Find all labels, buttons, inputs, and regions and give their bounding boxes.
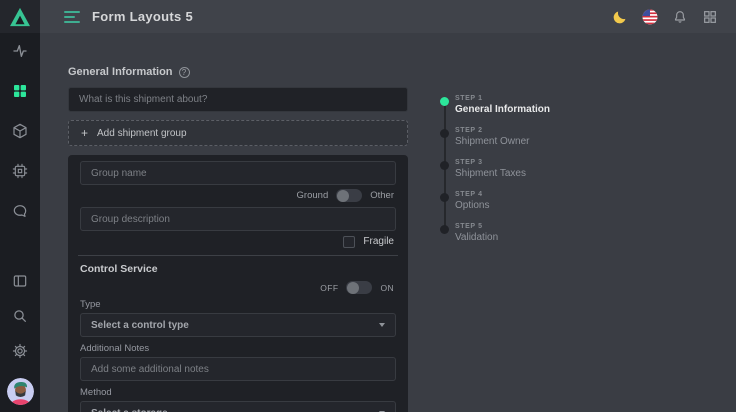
storage-method-value: Select a storage xyxy=(91,408,379,412)
add-shipment-group-label: Add shipment group xyxy=(97,128,187,139)
section-header: General Information ? xyxy=(68,66,408,78)
off-label: OFF xyxy=(320,283,338,293)
step-number: STEP 5 xyxy=(455,223,550,230)
step-label: Shipment Taxes xyxy=(455,168,550,179)
add-shipment-group-button[interactable]: + Add shipment group xyxy=(68,120,408,146)
step-item-5[interactable]: STEP 5 Validation xyxy=(455,223,550,245)
card-divider xyxy=(78,255,398,256)
group-description-input[interactable] xyxy=(80,207,396,231)
step-number: STEP 1 xyxy=(455,95,550,102)
storage-method-select[interactable]: Select a storage xyxy=(80,401,396,412)
step-label: Options xyxy=(455,200,550,211)
search-icon[interactable] xyxy=(12,308,28,324)
fragile-row: Fragile xyxy=(80,235,394,248)
control-type-value: Select a control type xyxy=(91,320,379,331)
fragile-label: Fragile xyxy=(363,236,394,247)
shipment-about-input[interactable] xyxy=(68,87,408,112)
toggle-knob xyxy=(337,190,349,202)
toggle-knob xyxy=(347,282,359,294)
question-circle-icon[interactable]: ? xyxy=(179,67,190,78)
step-item-3[interactable]: STEP 3 Shipment Taxes xyxy=(455,159,550,181)
plus-icon: + xyxy=(81,126,88,140)
off-on-toggle[interactable] xyxy=(346,281,372,294)
step-dot xyxy=(440,97,449,106)
hamburger-icon[interactable] xyxy=(64,11,80,23)
settings-icon[interactable] xyxy=(12,343,28,359)
additional-notes-input[interactable] xyxy=(80,357,396,381)
other-label: Other xyxy=(370,190,394,201)
step-number: STEP 2 xyxy=(455,127,550,134)
header-actions xyxy=(611,8,718,25)
page-title: Form Layouts 5 xyxy=(92,9,193,24)
step-dot xyxy=(440,225,449,234)
grid-menu-icon[interactable] xyxy=(701,8,718,25)
control-service-title: Control Service xyxy=(80,263,396,277)
fragile-checkbox[interactable] xyxy=(343,236,355,248)
user-avatar[interactable] xyxy=(7,378,34,405)
step-dot xyxy=(440,129,449,138)
type-label: Type xyxy=(80,299,396,310)
ground-label: Ground xyxy=(297,190,329,201)
content: General Information ? + Add shipment gro… xyxy=(40,33,736,412)
ground-other-toggle-row: Ground Other xyxy=(80,189,394,202)
step-label: Validation xyxy=(455,232,550,243)
step-number: STEP 4 xyxy=(455,191,550,198)
step-label: Shipment Owner xyxy=(455,136,550,147)
sidebar xyxy=(0,0,40,412)
cube-icon[interactable] xyxy=(12,123,28,139)
app-window: Form Layouts 5 xyxy=(0,0,736,412)
avatar-illustration xyxy=(7,378,34,405)
main-area: Form Layouts 5 xyxy=(40,0,736,412)
app-logo[interactable] xyxy=(0,0,40,33)
sidebar-nav-top xyxy=(0,33,40,219)
step-number: STEP 3 xyxy=(455,159,550,166)
activity-icon[interactable] xyxy=(12,43,28,59)
us-flag-icon[interactable] xyxy=(641,8,658,25)
moon-icon[interactable] xyxy=(611,8,628,25)
off-on-toggle-row: OFF ON xyxy=(80,281,394,294)
step-dot xyxy=(440,193,449,202)
grid-icon[interactable] xyxy=(12,83,28,99)
sidebar-nav-bottom xyxy=(0,273,40,412)
additional-notes-label: Additional Notes xyxy=(80,343,396,354)
step-label: General Information xyxy=(455,104,550,115)
ground-other-toggle[interactable] xyxy=(336,189,362,202)
layout-icon[interactable] xyxy=(12,273,28,289)
header: Form Layouts 5 xyxy=(40,0,736,33)
method-label: Method xyxy=(80,387,396,398)
step-item-1[interactable]: STEP 1 General Information xyxy=(455,95,550,117)
chat-icon[interactable] xyxy=(12,203,28,219)
form-column: General Information ? + Add shipment gro… xyxy=(68,66,408,412)
triangle-logo-icon xyxy=(9,7,31,27)
step-item-2[interactable]: STEP 2 Shipment Owner xyxy=(455,127,550,149)
step-item-4[interactable]: STEP 4 Options xyxy=(455,191,550,213)
section-title: General Information xyxy=(68,66,173,78)
on-label: ON xyxy=(380,283,394,293)
group-name-input[interactable] xyxy=(80,161,396,185)
step-dot xyxy=(440,161,449,170)
shipment-group-card: Ground Other Fragile Control Service OFF xyxy=(68,155,408,412)
bell-icon[interactable] xyxy=(671,8,688,25)
chevron-down-icon xyxy=(379,323,385,327)
cpu-icon[interactable] xyxy=(12,163,28,179)
control-type-select[interactable]: Select a control type xyxy=(80,313,396,337)
step-indicator: STEP 1 General Information STEP 2 Shipme… xyxy=(440,95,550,412)
